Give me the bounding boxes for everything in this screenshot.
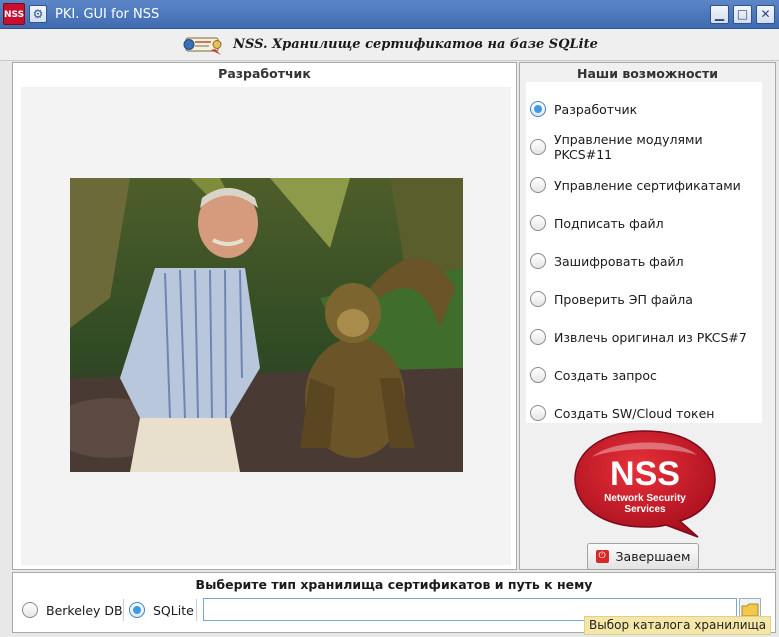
exit-button[interactable]: ⏻ Завершаем xyxy=(587,543,699,570)
option-label: Управление сертификатами xyxy=(554,177,741,193)
features-radio-list: Разработчик Управление модулями PKCS#11 … xyxy=(526,82,762,423)
option-label: Подписать файл xyxy=(554,215,664,231)
window-titlebar: NSS ⚙ PKI. GUI for NSS ▁ □ ✕ xyxy=(0,0,779,29)
option-label: Разработчик xyxy=(554,101,638,117)
radio-button[interactable] xyxy=(530,139,546,155)
radio-button[interactable] xyxy=(129,602,145,618)
nss-logo-line1: Network Security xyxy=(604,493,686,504)
app-header: NSS. Хранилище сертификатов на базе SQLi… xyxy=(0,29,779,61)
app-icon: NSS xyxy=(3,3,25,25)
divider xyxy=(196,599,197,621)
option-label: Создать запрос xyxy=(554,367,657,383)
option-extract-pkcs7[interactable]: Извлечь оригинал из PKCS#7 xyxy=(530,327,747,347)
option-verify-signature[interactable]: Проверить ЭП файла xyxy=(530,289,693,309)
developer-panel: Разработчик xyxy=(12,62,517,570)
divider xyxy=(123,599,124,621)
features-panel: Наши возможности Разработчик Управление … xyxy=(519,62,776,570)
nss-logo-line2: Services xyxy=(624,504,666,515)
option-create-token[interactable]: Создать SW/Cloud токен xyxy=(530,403,714,423)
option-developer[interactable]: Разработчик xyxy=(530,99,637,119)
option-encrypt-file[interactable]: Зашифровать файл xyxy=(530,251,684,271)
close-button[interactable]: ✕ xyxy=(756,5,775,24)
radio-button[interactable] xyxy=(530,329,546,345)
option-label: Зашифровать файл xyxy=(554,253,684,269)
nss-logo-big-text: NSS xyxy=(610,455,680,493)
header-title: NSS. Хранилище сертификатов на базе SQLi… xyxy=(233,37,598,52)
option-label: Создать SW/Cloud токен xyxy=(554,405,715,421)
maximize-button[interactable]: □ xyxy=(733,5,752,24)
minimize-button[interactable]: ▁ xyxy=(710,5,729,24)
radio-button[interactable] xyxy=(530,253,546,269)
radio-button[interactable] xyxy=(530,291,546,307)
option-label: Berkeley DB xyxy=(46,602,123,618)
option-label: SQLite xyxy=(153,602,194,618)
radio-button[interactable] xyxy=(530,101,546,117)
window-title: PKI. GUI for NSS xyxy=(55,7,160,22)
photo-area xyxy=(21,87,511,565)
option-label: Проверить ЭП файла xyxy=(554,291,693,307)
radio-button[interactable] xyxy=(530,177,546,193)
option-label: Управление модулями PKCS#11 xyxy=(554,132,703,162)
window-menu-button[interactable]: ⚙ xyxy=(29,5,47,23)
power-icon: ⏻ xyxy=(595,550,609,563)
option-berkeley-db[interactable]: Berkeley DB xyxy=(22,600,123,620)
radio-button[interactable] xyxy=(530,215,546,231)
option-sign-file[interactable]: Подписать файл xyxy=(530,213,664,233)
features-panel-title: Наши возможности xyxy=(577,66,718,81)
option-create-request[interactable]: Создать запрос xyxy=(530,365,657,385)
tooltip: Выбор каталога хранилища xyxy=(584,616,772,635)
nss-logo: NSS Network Security Services xyxy=(574,430,716,538)
certificate-scroll-icon xyxy=(183,37,222,55)
option-label: Извлечь оригинал из PKCS#7 xyxy=(554,329,747,345)
radio-button[interactable] xyxy=(530,405,546,421)
option-certificates[interactable]: Управление сертификатами xyxy=(530,175,741,195)
exit-button-label: Завершаем xyxy=(615,549,691,564)
radio-button[interactable] xyxy=(22,602,38,618)
storage-panel-title: Выберите тип хранилища сертификатов и пу… xyxy=(195,577,593,592)
developer-panel-title: Разработчик xyxy=(218,66,311,81)
radio-button[interactable] xyxy=(530,367,546,383)
developer-photo xyxy=(70,178,463,472)
option-sqlite[interactable]: SQLite xyxy=(129,600,194,620)
option-pkcs11-modules[interactable]: Управление модулями PKCS#11 xyxy=(530,132,762,162)
